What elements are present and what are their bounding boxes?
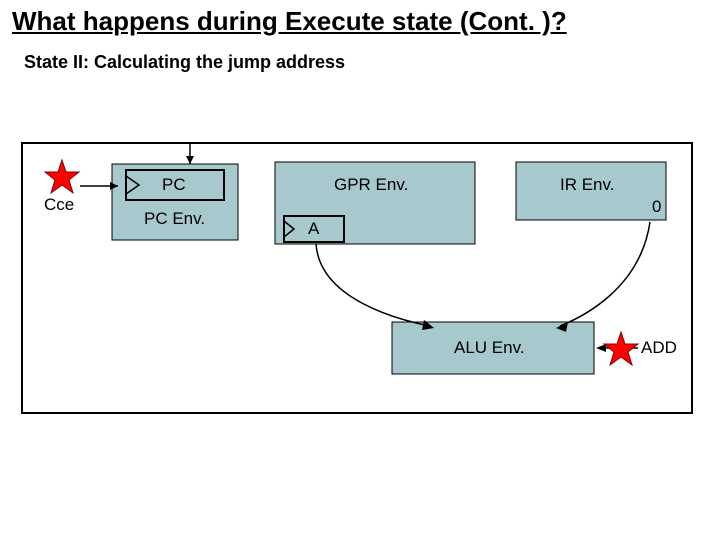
star-icon-add xyxy=(604,332,638,365)
a-label: A xyxy=(308,219,319,239)
gpr-env-label: GPR Env. xyxy=(334,175,408,195)
a-to-alu-wire xyxy=(316,244,430,326)
ir-env-label: IR Env. xyxy=(560,175,614,195)
add-arrowhead xyxy=(596,344,606,352)
add-label: ADD xyxy=(641,338,677,358)
ir-to-alu-wire xyxy=(560,222,650,326)
zero-label: 0 xyxy=(652,197,661,217)
pc-label: PC xyxy=(162,175,186,195)
pc-env-label: PC Env. xyxy=(144,209,205,229)
diagram-canvas xyxy=(0,0,720,540)
alu-env-label: ALU Env. xyxy=(454,338,525,358)
pc-top-arrowhead xyxy=(186,156,194,164)
star-icon-cce xyxy=(45,160,79,193)
cce-label: Cce xyxy=(44,195,74,215)
